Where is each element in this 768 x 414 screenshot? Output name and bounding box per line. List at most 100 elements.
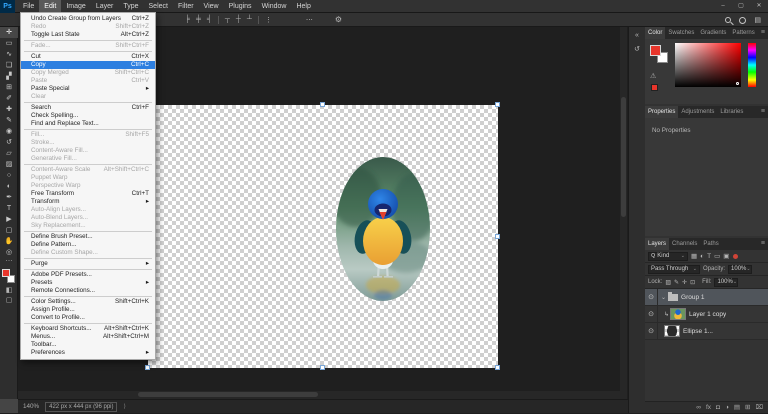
edit-menu-item-assign-profile[interactable]: Assign Profile... xyxy=(21,306,155,314)
edit-menu-item-adobe-pdf-presets[interactable]: Adobe PDF Presets... xyxy=(21,271,155,279)
lock-transparent-icon[interactable]: ▨ xyxy=(665,279,671,286)
menubar-item-image[interactable]: Image xyxy=(61,0,90,13)
filter-pixel-layers-icon[interactable]: ▦ xyxy=(691,250,697,263)
eyedropper-tool[interactable]: ✐ xyxy=(0,93,18,104)
workspace-switcher-icon[interactable]: ▤ xyxy=(754,16,761,24)
edit-toolbar-icon[interactable]: ⋯ xyxy=(0,258,18,267)
blend-mode-select[interactable]: Pass Through ⌄ xyxy=(648,265,700,274)
edit-menu-item-copy-merged[interactable]: Copy MergedShift+Ctrl+C xyxy=(21,69,155,77)
gradient-tool[interactable]: ▨ xyxy=(0,159,18,170)
saturation-brightness-picker[interactable] xyxy=(675,43,741,87)
edit-menu-item-find-and-replace-text[interactable]: Find and Replace Text... xyxy=(21,120,155,128)
account-icon[interactable] xyxy=(739,17,746,24)
frame-tool[interactable]: ⊞ xyxy=(0,82,18,93)
edit-menu-item-convert-to-profile[interactable]: Convert to Profile... xyxy=(21,314,155,322)
layer-name[interactable]: Layer 1 copy xyxy=(689,311,726,318)
edit-menu-item-perspective-warp[interactable]: Perspective Warp xyxy=(21,182,155,190)
eraser-tool[interactable]: ▱ xyxy=(0,148,18,159)
align-right-icon[interactable]: ╡ xyxy=(207,16,212,23)
ellipse-bird-layer[interactable] xyxy=(336,157,430,301)
minimize-icon[interactable]: – xyxy=(714,0,732,13)
more-options-icon[interactable]: ⋯ xyxy=(306,16,313,24)
filter-toggle[interactable] xyxy=(733,254,738,259)
edit-menu-item-toggle-last-state[interactable]: Toggle Last StateAlt+Ctrl+Z xyxy=(21,31,155,39)
transform-handle[interactable] xyxy=(145,365,150,370)
edit-menu-item-sky-replacement[interactable]: Sky Replacement... xyxy=(21,222,155,230)
edit-menu-item-menus[interactable]: Menus...Alt+Shift+Ctrl+M xyxy=(21,333,155,341)
settings-gear-icon[interactable]: ⚙ xyxy=(335,15,342,24)
edit-menu-item-generative-fill[interactable]: Generative Fill... xyxy=(21,155,155,163)
edit-menu-item-clear[interactable]: Clear xyxy=(21,93,155,101)
web-color-chip[interactable] xyxy=(651,84,658,91)
edit-menu-item-content-aware-scale[interactable]: Content-Aware ScaleAlt+Shift+Ctrl+C xyxy=(21,166,155,174)
history-brush-tool[interactable]: ↺ xyxy=(0,137,18,148)
group-expand-icon[interactable]: ⌄ xyxy=(661,294,666,301)
picker-handle[interactable] xyxy=(736,82,739,85)
dodge-tool[interactable]: ◐ xyxy=(0,181,18,192)
menubar-item-filter[interactable]: Filter xyxy=(173,0,199,13)
edit-menu-item-presets[interactable]: Presets▸ xyxy=(21,279,155,287)
menubar-item-select[interactable]: Select xyxy=(144,0,173,13)
horizontal-scrollbar[interactable] xyxy=(18,391,620,399)
layer-mask-icon[interactable]: ◘ xyxy=(716,402,720,414)
pen-tool[interactable]: ✒ xyxy=(0,192,18,203)
edit-menu-item-transform[interactable]: Transform▸ xyxy=(21,198,155,206)
document-canvas[interactable] xyxy=(148,105,498,368)
align-bottom-icon[interactable]: ┴ xyxy=(247,16,252,23)
status-chevron-icon[interactable]: ⟩ xyxy=(123,403,125,410)
vertical-scrollbar-thumb[interactable] xyxy=(621,97,626,217)
maximize-icon[interactable]: ▢ xyxy=(732,0,750,13)
menubar-item-view[interactable]: View xyxy=(199,0,224,13)
menubar-item-help[interactable]: Help xyxy=(291,0,315,13)
edit-menu-item-purge[interactable]: Purge▸ xyxy=(21,260,155,268)
edit-menu-item-define-custom-shape[interactable]: Define Custom Shape... xyxy=(21,249,155,257)
blur-tool[interactable]: ○ xyxy=(0,170,18,181)
link-layers-icon[interactable]: ∞ xyxy=(696,402,701,414)
path-selection-tool[interactable]: ▶ xyxy=(0,214,18,225)
tab-channels[interactable]: Channels xyxy=(669,238,700,250)
new-group-icon[interactable]: ▤ xyxy=(734,402,740,414)
zoom-tool[interactable]: ◎ xyxy=(0,247,18,258)
transform-handle[interactable] xyxy=(320,365,325,370)
layer-thumbnail[interactable] xyxy=(664,325,680,337)
brush-tool[interactable]: ✎ xyxy=(0,115,18,126)
filter-shape-layers-icon[interactable]: ▭ xyxy=(714,250,720,263)
tab-properties[interactable]: Properties xyxy=(645,106,678,118)
marquee-tool[interactable]: ▭ xyxy=(0,38,18,49)
layer-row-layer-1-copy[interactable]: ⊙↳Layer 1 copy xyxy=(645,306,768,323)
layer-effects-icon[interactable]: fx xyxy=(706,402,711,414)
edit-menu-item-search[interactable]: SearchCtrl+F xyxy=(21,104,155,112)
tab-patterns[interactable]: Patterns xyxy=(729,27,757,39)
layer-thumbnail[interactable] xyxy=(670,308,686,320)
clone-stamp-tool[interactable]: ◉ xyxy=(0,126,18,137)
quick-mask-icon[interactable]: ◧ xyxy=(0,286,18,296)
transform-handle[interactable] xyxy=(495,365,500,370)
lock-all-icon[interactable]: ⊡ xyxy=(690,279,695,286)
panel-foreground-swatch[interactable] xyxy=(650,45,661,56)
type-tool[interactable]: T xyxy=(0,203,18,214)
tab-gradients[interactable]: Gradients xyxy=(697,27,729,39)
edit-menu-item-stroke[interactable]: Stroke... xyxy=(21,139,155,147)
tab-layers[interactable]: Layers xyxy=(645,238,669,250)
edit-menu-item-check-spelling[interactable]: Check Spelling... xyxy=(21,112,155,120)
layer-filter-kind-select[interactable]: Q Kind ⌄ xyxy=(648,252,688,261)
edit-menu-item-auto-align-layers[interactable]: Auto-Align Layers... xyxy=(21,206,155,214)
fill-select[interactable]: 100% ⌄ xyxy=(714,278,738,287)
object-selection-tool[interactable]: ❏ xyxy=(0,60,18,71)
edit-menu-item-remote-connections[interactable]: Remote Connections... xyxy=(21,287,155,295)
edit-menu-item-toolbar[interactable]: Toolbar... xyxy=(21,341,155,349)
new-layer-icon[interactable]: ⊞ xyxy=(745,402,750,414)
edit-menu-item-color-settings[interactable]: Color Settings...Shift+Ctrl+K xyxy=(21,298,155,306)
edit-menu-item-redo[interactable]: RedoShift+Ctrl+Z xyxy=(21,23,155,31)
layer-name[interactable]: Group 1 xyxy=(681,294,705,301)
edit-menu-item-define-brush-preset[interactable]: Define Brush Preset... xyxy=(21,233,155,241)
zoom-level[interactable]: 140% xyxy=(23,403,39,410)
align-left-icon[interactable]: ╞ xyxy=(185,16,190,23)
edit-menu-item-define-pattern[interactable]: Define Pattern... xyxy=(21,241,155,249)
collapse-panels-icon[interactable]: « xyxy=(635,32,639,40)
menubar-item-file[interactable]: File xyxy=(18,0,39,13)
edit-menu-item-fill[interactable]: Fill...Shift+F5 xyxy=(21,131,155,139)
edit-menu-item-fade[interactable]: Fade...Shift+Ctrl+F xyxy=(21,42,155,50)
align-top-icon[interactable]: ┬ xyxy=(225,16,230,23)
align-center-h-icon[interactable]: ╪ xyxy=(196,16,201,23)
